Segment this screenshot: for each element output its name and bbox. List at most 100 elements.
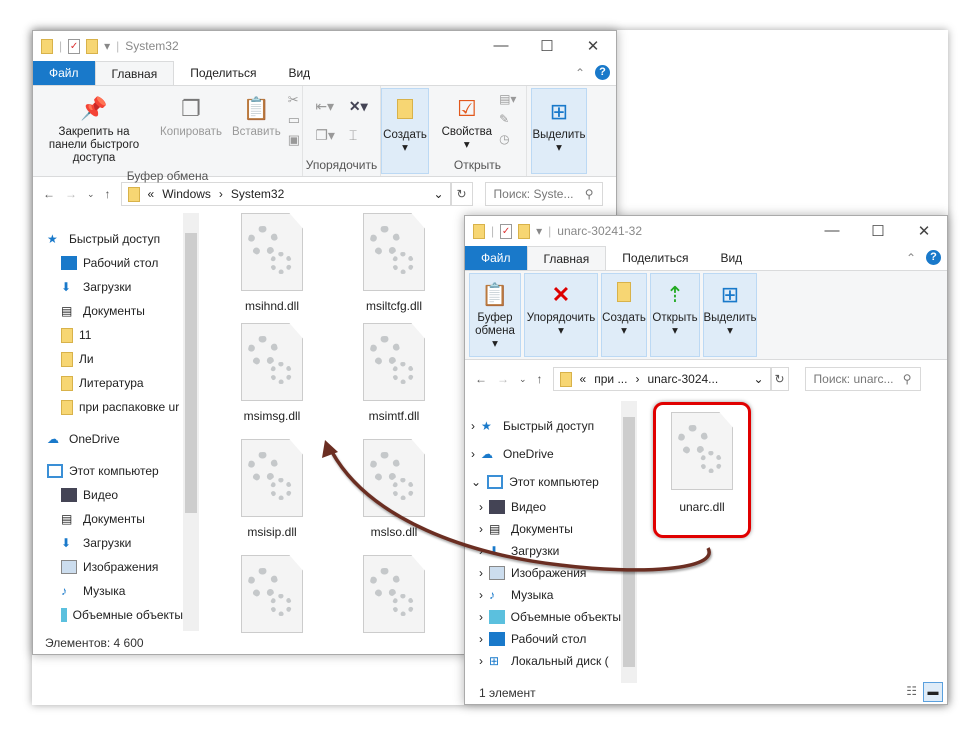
file-partial[interactable]: [339, 555, 449, 641]
tab-file[interactable]: Файл: [465, 246, 527, 270]
file-msisip[interactable]: msisip.dll: [217, 439, 327, 539]
nav-folder-11[interactable]: 11: [47, 323, 183, 347]
refresh-button[interactable]: ↻: [770, 367, 789, 391]
file-mslso[interactable]: mslso.dll: [339, 439, 449, 539]
nav-desktop[interactable]: Рабочий стол: [47, 251, 183, 275]
nav-this-pc[interactable]: Этот компьютер: [47, 459, 183, 483]
back-button[interactable]: ←: [475, 372, 487, 386]
nav-3d-objects[interactable]: Объемные объекты: [47, 603, 183, 627]
history-icon[interactable]: ◷: [499, 132, 516, 146]
tab-view[interactable]: Вид: [272, 61, 326, 85]
tab-share[interactable]: Поделиться: [606, 246, 704, 270]
nav-downloads-pc[interactable]: ⬇ Загрузки: [47, 531, 183, 555]
nav-pictures[interactable]: › Изображения: [471, 562, 621, 584]
pin-quick-access-button[interactable]: 📌 Закрепить на панели быстрого доступа: [35, 88, 153, 169]
address-bar[interactable]: « Windows › System32 ⌄: [120, 182, 451, 206]
nav-quick-access[interactable]: ★ Быстрый доступ: [47, 227, 183, 251]
nav-folder-unpack[interactable]: при распаковке ur: [47, 395, 183, 419]
details-view-button[interactable]: ☷: [906, 684, 917, 698]
properties-button[interactable]: ☑ Свойства ▾: [439, 88, 496, 158]
tab-file[interactable]: Файл: [33, 61, 95, 85]
maximize-button[interactable]: ☐: [524, 37, 570, 55]
nav-downloads[interactable]: › ⬇ Загрузки: [471, 540, 621, 562]
new-folder-icon[interactable]: [518, 223, 531, 239]
nav-folder-li[interactable]: Ли: [47, 347, 183, 371]
nav-folder-literature[interactable]: Литература: [47, 371, 183, 395]
nav-video[interactable]: › Видео: [471, 496, 621, 518]
nav-music[interactable]: ♪ Музыка: [47, 579, 183, 603]
create-group-button[interactable]: Создать ▾: [601, 273, 647, 357]
nav-desktop[interactable]: › Рабочий стол: [471, 628, 621, 650]
maximize-button[interactable]: ☐: [855, 222, 901, 240]
nav-3d-objects[interactable]: › Объемные объекты: [471, 606, 621, 628]
minimize-button[interactable]: —: [478, 37, 524, 55]
back-button[interactable]: ←: [43, 187, 55, 201]
recent-dropdown[interactable]: ⌄: [87, 189, 95, 200]
file-msimsg[interactable]: msimsg.dll: [217, 323, 327, 423]
paste-button[interactable]: 📋 Вставить: [229, 88, 284, 169]
rename-icon[interactable]: ⌶: [349, 127, 368, 144]
breadcrumb-parent[interactable]: при ...: [594, 372, 627, 386]
clipboard-group-button[interactable]: 📋 Буфер обмена ▾: [469, 273, 521, 357]
address-bar[interactable]: « при ... › unarc-3024... ⌄: [552, 367, 771, 391]
copy-button[interactable]: ❐ Копировать: [157, 88, 225, 169]
select-button[interactable]: ⊞ Выделить ▾: [529, 91, 588, 159]
copy-to-icon[interactable]: ❐▾: [315, 127, 335, 144]
tab-home[interactable]: Главная: [526, 246, 607, 270]
breadcrumb-system32[interactable]: System32: [231, 187, 284, 201]
up-button[interactable]: ↑: [105, 187, 111, 201]
nav-scrollbar[interactable]: [621, 401, 637, 683]
forward-button[interactable]: →: [65, 187, 77, 201]
file-partial[interactable]: [217, 555, 327, 641]
edit-icon[interactable]: ✎: [499, 112, 516, 126]
recent-dropdown[interactable]: ⌄: [519, 374, 527, 385]
nav-scrollbar[interactable]: [183, 213, 199, 631]
address-dropdown-icon[interactable]: ⌄: [433, 187, 443, 201]
breadcrumb-unarc[interactable]: unarc-3024...: [647, 372, 718, 386]
nav-documents[interactable]: › ▤ Документы: [471, 518, 621, 540]
customize-qat-icon[interactable]: ▾: [104, 39, 110, 53]
nav-documents-pc[interactable]: ▤ Документы: [47, 507, 183, 531]
customize-qat-icon[interactable]: ▾: [536, 224, 542, 238]
nav-documents[interactable]: ▤ Документы: [47, 299, 183, 323]
new-folder-icon[interactable]: [86, 38, 99, 54]
properties-icon[interactable]: ✓: [68, 38, 81, 54]
cut-icon[interactable]: ✂: [288, 92, 300, 108]
nav-downloads[interactable]: ⬇ Загрузки: [47, 275, 183, 299]
address-dropdown-icon[interactable]: ⌄: [753, 372, 763, 386]
paste-shortcut-icon[interactable]: ▣: [288, 132, 300, 148]
nav-music[interactable]: › ♪ Музыка: [471, 584, 621, 606]
nav-onedrive[interactable]: › ☁ OneDrive: [471, 440, 621, 468]
open-group-button[interactable]: ⇡ Открыть ▾: [650, 273, 700, 357]
nav-onedrive[interactable]: ☁ OneDrive: [47, 427, 183, 451]
close-button[interactable]: ✕: [901, 222, 947, 240]
refresh-button[interactable]: ↻: [450, 182, 473, 206]
file-msimtf[interactable]: msimtf.dll: [339, 323, 449, 423]
tab-home[interactable]: Главная: [94, 61, 175, 85]
minimize-button[interactable]: —: [809, 222, 855, 240]
nav-this-pc[interactable]: ⌄ Этот компьютер: [471, 468, 621, 496]
file-msiltcfg[interactable]: msiltcfg.dll: [339, 213, 449, 313]
forward-button[interactable]: →: [497, 372, 509, 386]
large-icons-view-button[interactable]: ▬: [923, 682, 943, 702]
nav-pictures[interactable]: Изображения: [47, 555, 183, 579]
move-to-icon[interactable]: ⇤▾: [315, 98, 335, 115]
properties-icon[interactable]: ✓: [500, 223, 513, 239]
open-icon[interactable]: ▤▾: [499, 92, 516, 106]
organize-group-button[interactable]: ✕ Упорядочить ▾: [524, 273, 598, 357]
copy-path-icon[interactable]: ▭: [288, 112, 300, 128]
help-icon[interactable]: ?: [926, 250, 941, 265]
collapse-ribbon-icon[interactable]: ⌃: [575, 66, 585, 80]
file-msihnd[interactable]: msihnd.dll: [217, 213, 327, 313]
search-input[interactable]: Поиск: Syste... ⚲: [484, 182, 603, 206]
up-button[interactable]: ↑: [537, 372, 543, 386]
file-unarc[interactable]: unarc.dll: [647, 412, 757, 514]
search-input[interactable]: Поиск: unarc... ⚲: [804, 367, 921, 391]
breadcrumb-windows[interactable]: Windows: [162, 187, 211, 201]
tab-share[interactable]: Поделиться: [174, 61, 272, 85]
nav-quick-access[interactable]: › ★ Быстрый доступ: [471, 412, 621, 440]
tab-view[interactable]: Вид: [704, 246, 758, 270]
delete-icon[interactable]: ✕▾: [349, 98, 368, 115]
help-icon[interactable]: ?: [595, 65, 610, 80]
select-group-button[interactable]: ⊞ Выделить ▾: [703, 273, 757, 357]
